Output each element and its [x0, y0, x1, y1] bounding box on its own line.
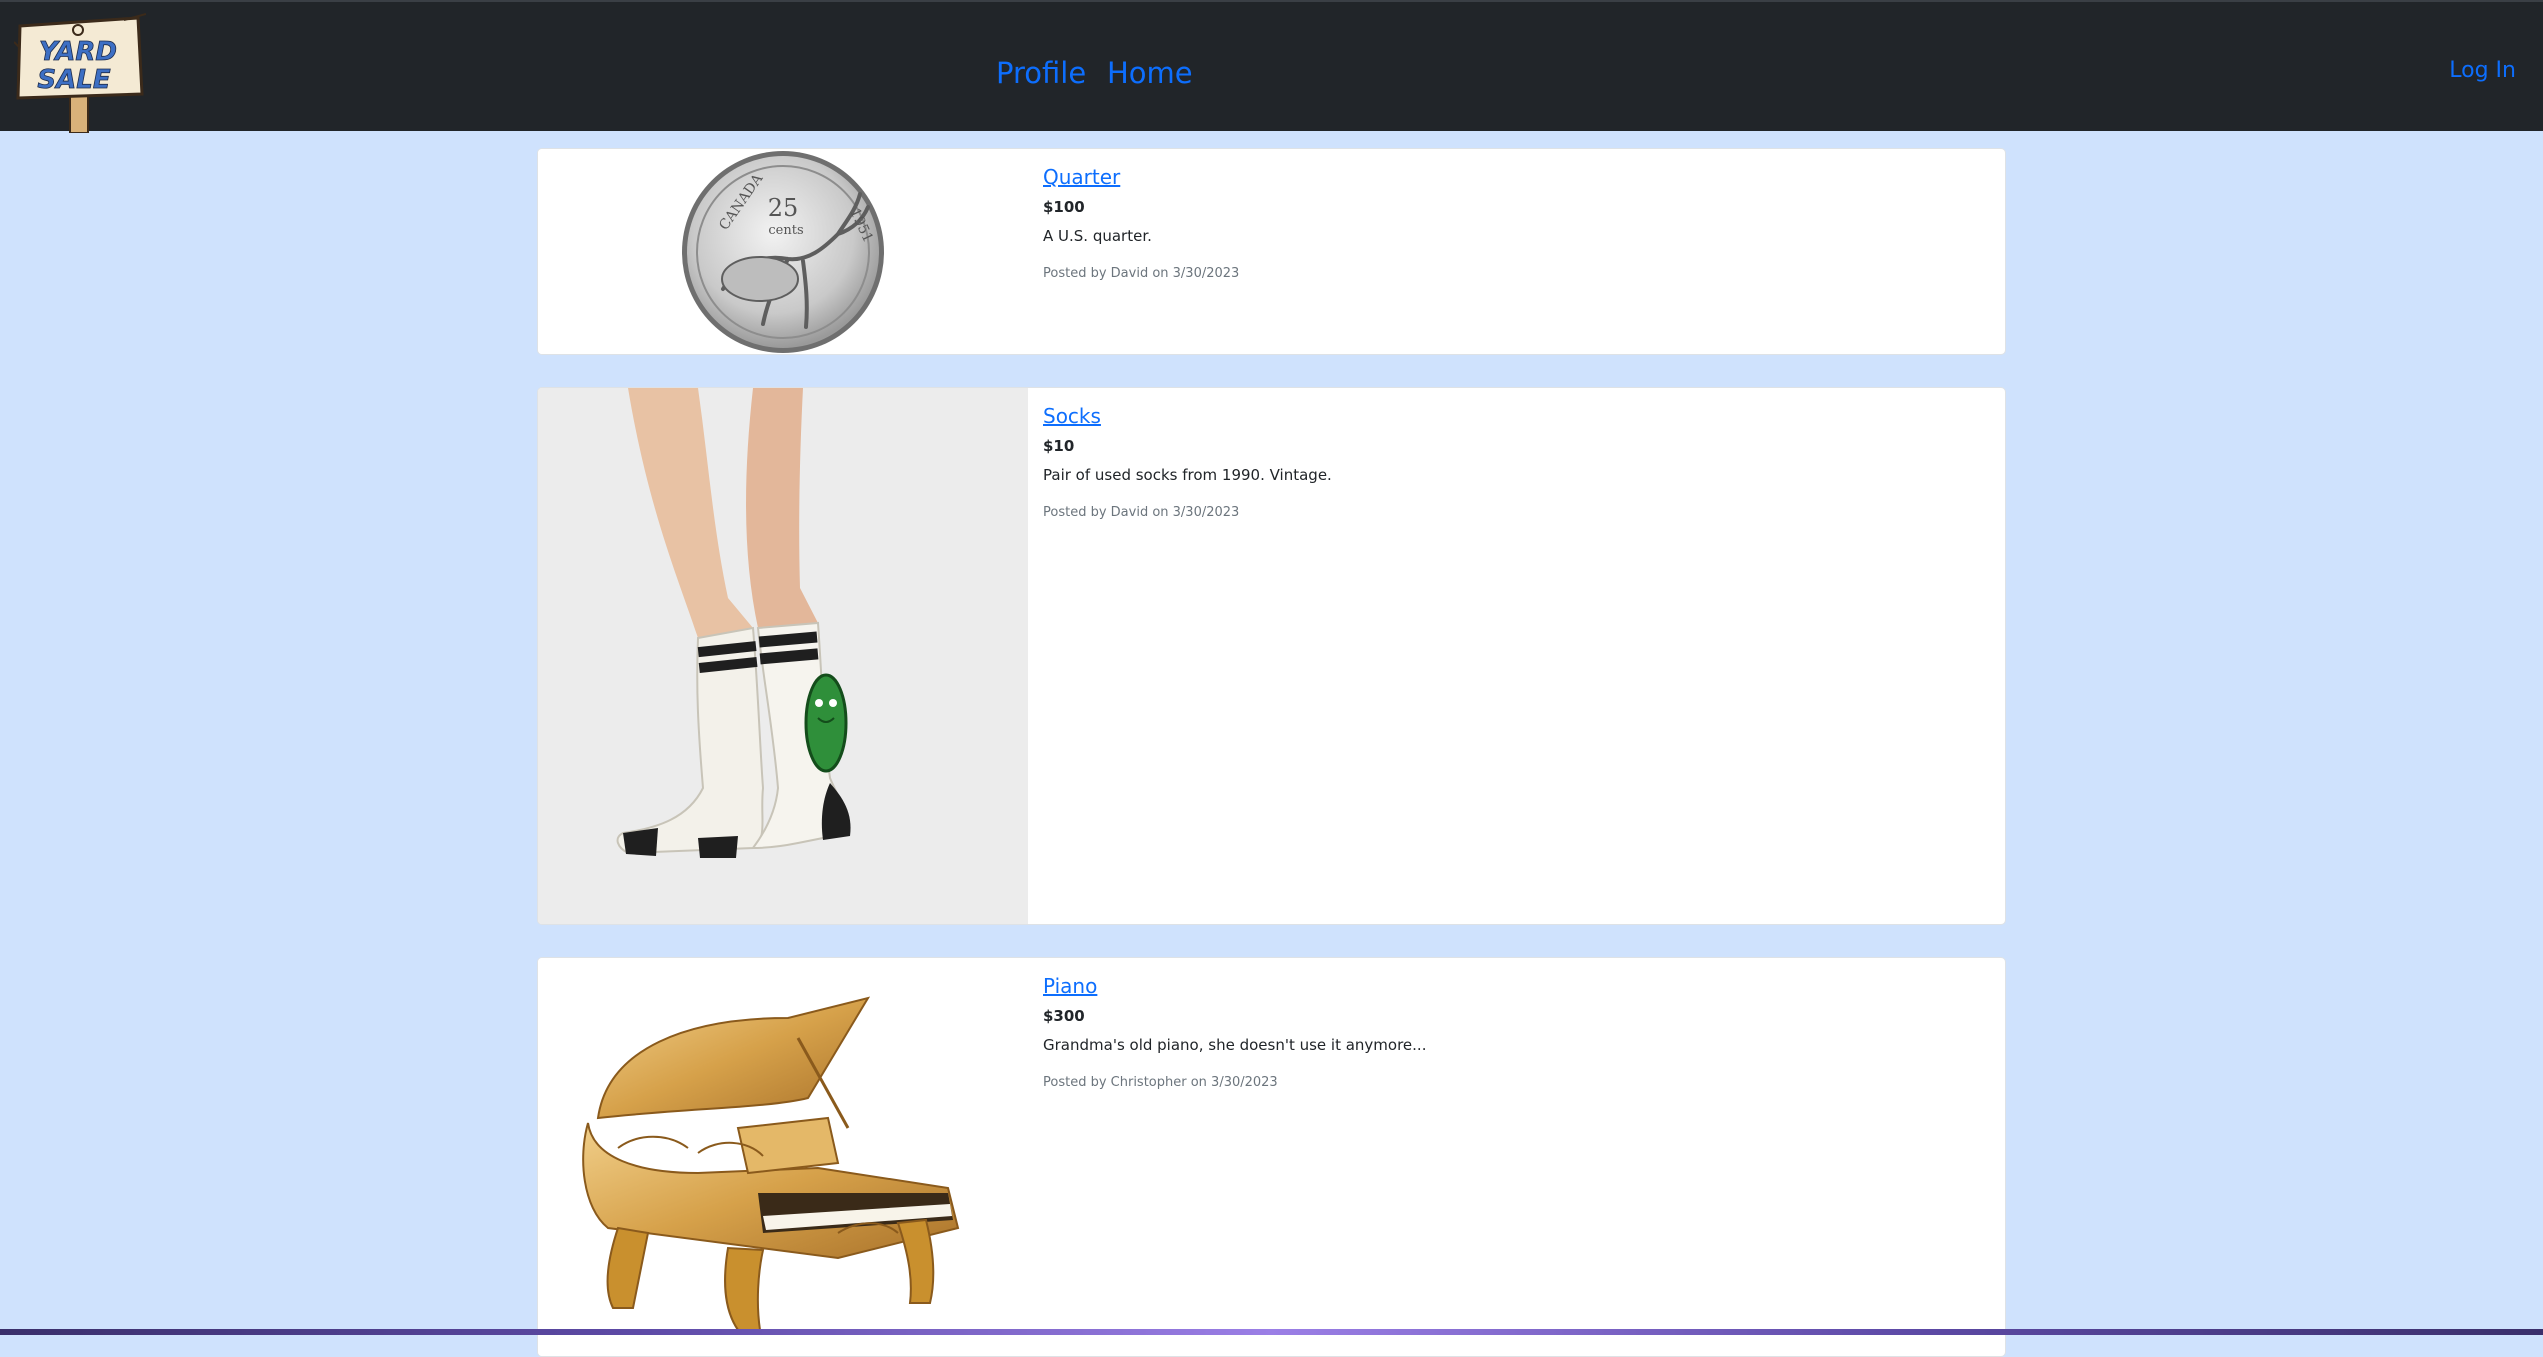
listing-price: $300	[1043, 1007, 1085, 1025]
listing-meta: Posted by Christopher on 3/30/2023	[1043, 1075, 1278, 1090]
svg-text:YARD: YARD	[39, 37, 117, 67]
svg-text:25: 25	[768, 194, 799, 222]
piano-image	[582, 996, 960, 1331]
listing-card: Socks $10 Pair of used socks from 1990. …	[537, 387, 2006, 925]
listing-title-link[interactable]: Piano	[1043, 972, 1985, 1000]
listing-image	[538, 388, 1028, 924]
window-bottom-edge	[0, 1329, 2543, 1335]
listing-body: Socks $10 Pair of used socks from 1990. …	[1043, 402, 1985, 522]
coin-image: 25 cents CANADA 1951	[682, 151, 884, 353]
listing-description: Pair of used socks from 1990. Vintage.	[1043, 466, 1332, 484]
listing-title-link[interactable]: Socks	[1043, 402, 1985, 430]
listing-body: Piano $300 Grandma's old piano, she does…	[1043, 972, 1985, 1092]
listing-meta: Posted by David on 3/30/2023	[1043, 266, 1240, 281]
listing-body: Quarter $100 A U.S. quarter. Posted by D…	[1043, 163, 1985, 283]
listing-card: 25 cents CANADA 1951 Quarter $100 A U.S.…	[537, 148, 2006, 355]
listing-description: Grandma's old piano, she doesn't use it …	[1043, 1036, 1427, 1054]
listing-description: A U.S. quarter.	[1043, 227, 1152, 245]
listing-image	[538, 958, 1028, 1356]
svg-text:SALE: SALE	[37, 65, 110, 95]
listing-image: 25 cents CANADA 1951	[538, 149, 1028, 354]
listing-price: $10	[1043, 437, 1075, 455]
svg-text:cents: cents	[768, 223, 803, 238]
nav-link-profile[interactable]: Profile	[996, 54, 1086, 92]
listing-price: $100	[1043, 198, 1085, 216]
listing-card: Piano $300 Grandma's old piano, she does…	[537, 957, 2006, 1357]
navbar: YARD SALE Profile Home Log In	[0, 0, 2543, 133]
listing-title-link[interactable]: Quarter	[1043, 163, 1985, 191]
nav-link-home[interactable]: Home	[1107, 54, 1193, 92]
login-link[interactable]: Log In	[2449, 56, 2516, 86]
yard-sale-logo[interactable]: YARD SALE	[14, 8, 146, 133]
listing-meta: Posted by David on 3/30/2023	[1043, 505, 1240, 520]
socks-image	[538, 388, 1028, 924]
